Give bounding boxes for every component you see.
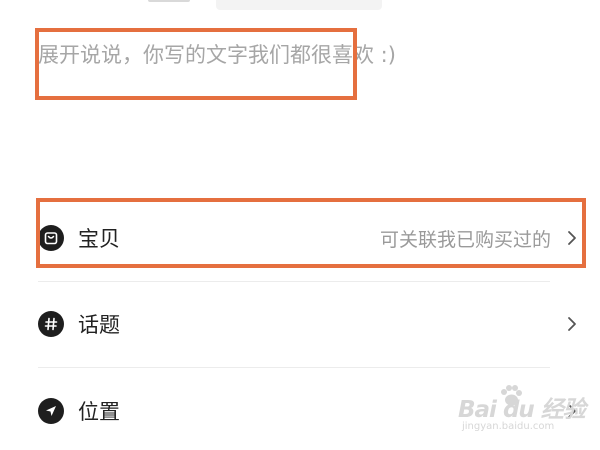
top-toolbar-field[interactable] (216, 0, 382, 10)
hashtag-icon (38, 311, 64, 337)
option-row-item[interactable]: 宝贝 可关联我已购买过的 (38, 208, 583, 268)
divider (38, 367, 550, 368)
location-arrow-icon (38, 398, 64, 424)
baidu-jingyan-watermark: Bai du 经验 jingyan.baidu.com (458, 384, 594, 440)
option-hint-item: 可关联我已购买过的 (379, 228, 551, 251)
chevron-right-icon (563, 229, 581, 247)
post-text-input[interactable]: 展开说说，你写的文字我们都很喜欢 :) (38, 39, 396, 69)
post-composer-screen: 展开说说，你写的文字我们都很喜欢 :) 宝贝 可关联我已购买过的 话题 位置 B… (0, 0, 600, 450)
option-label-topic: 话题 (78, 313, 120, 337)
option-row-topic[interactable]: 话题 (38, 294, 583, 354)
watermark-url: jingyan.baidu.com (462, 421, 555, 432)
top-toolbar-chip[interactable] (148, 0, 190, 2)
paw-icon (498, 384, 524, 414)
divider (38, 281, 550, 282)
option-label-item: 宝贝 (78, 227, 120, 251)
option-label-location: 位置 (78, 400, 120, 424)
chevron-right-icon (563, 315, 581, 333)
bag-icon (38, 225, 64, 251)
